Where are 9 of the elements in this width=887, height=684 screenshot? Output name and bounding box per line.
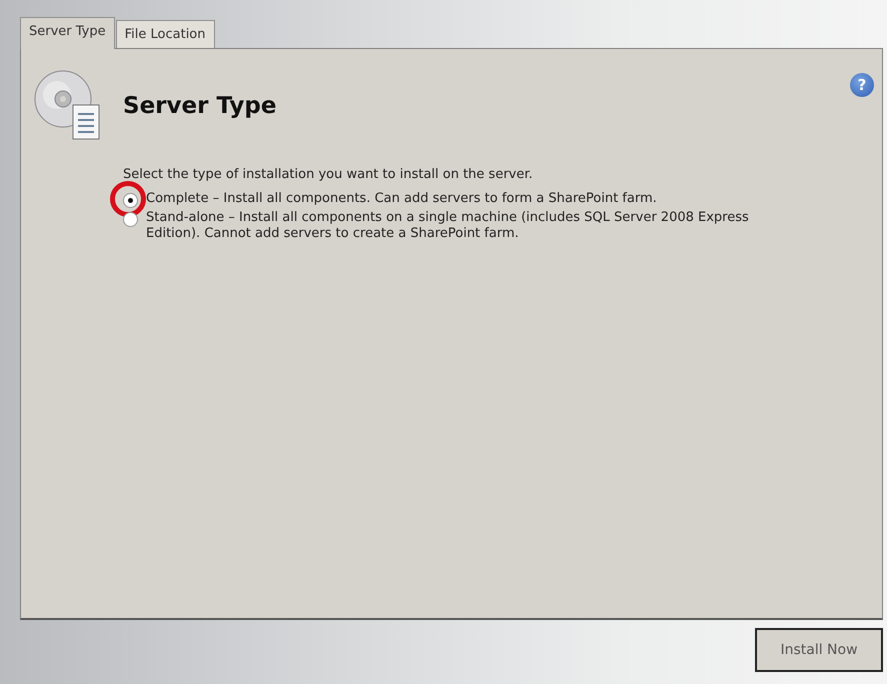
tab[interactable]: Server Type: [20, 16, 115, 49]
radio-button[interactable]: [123, 212, 138, 226]
install-button[interactable]: Install Now: [755, 628, 883, 672]
option-label[interactable]: Stand-alone – Install all components on a single machine (includes SQL Server 2008 Express Edition). Cannot add servers to create a SharePoint farm.: [146, 210, 786, 242]
instruction-text: Select the type of installation you want to install on the server.: [123, 166, 534, 184]
option-label[interactable]: Complete – Install all components. Can add servers to form a SharePoint farm.: [146, 190, 657, 208]
tab[interactable]: File Location: [116, 20, 214, 48]
radio-button[interactable]: [123, 192, 138, 208]
page-heading: Server Type: [123, 92, 276, 121]
